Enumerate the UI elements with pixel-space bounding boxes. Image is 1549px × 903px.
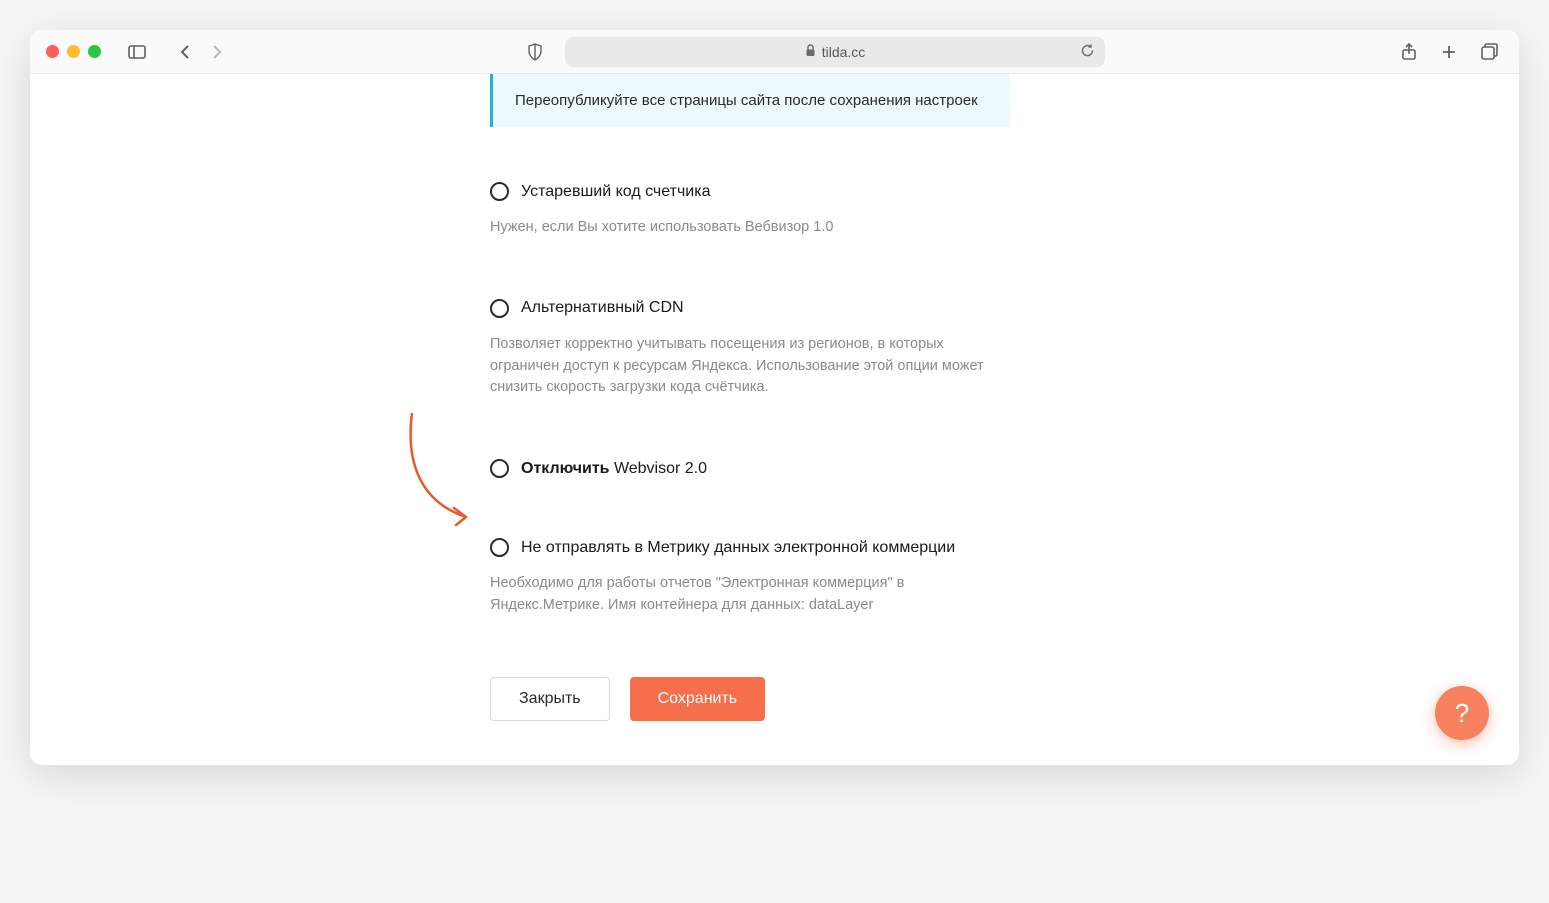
browser-toolbar: tilda.cc bbox=[30, 30, 1519, 74]
radio-legacy-counter[interactable] bbox=[490, 182, 509, 201]
option-alt-cdn: Альтернативный CDN Позволяет корректно у… bbox=[490, 299, 1010, 399]
callout-arrow-icon bbox=[398, 409, 488, 539]
option-disable-webvisor: Отключить Webvisor 2.0 bbox=[490, 459, 1010, 478]
lock-icon bbox=[805, 44, 816, 60]
window-controls bbox=[46, 45, 101, 58]
new-tab-icon[interactable] bbox=[1435, 40, 1463, 64]
label-legacy-counter: Устаревший код счетчика bbox=[521, 183, 710, 201]
label-no-ecommerce: Не отправлять в Метрику данных электронн… bbox=[521, 539, 955, 557]
sidebar-toggle-icon[interactable] bbox=[123, 40, 151, 64]
banner-text: Переопубликуйте все страницы сайта после… bbox=[515, 92, 978, 109]
refresh-icon[interactable] bbox=[1080, 43, 1095, 61]
republish-banner: Переопубликуйте все страницы сайта после… bbox=[490, 74, 1010, 127]
address-bar[interactable]: tilda.cc bbox=[565, 37, 1105, 67]
save-button[interactable]: Сохранить bbox=[630, 677, 766, 721]
nav-forward-button[interactable] bbox=[203, 40, 231, 64]
radio-disable-webvisor[interactable] bbox=[490, 459, 509, 478]
close-button[interactable]: Закрыть bbox=[490, 677, 610, 721]
privacy-shield-icon[interactable] bbox=[521, 40, 549, 64]
form-actions: Закрыть Сохранить bbox=[490, 677, 1010, 721]
help-label: ? bbox=[1455, 698, 1469, 729]
desc-legacy-counter: Нужен, если Вы хотите использовать Вебви… bbox=[490, 217, 1010, 239]
label-disable-webvisor: Отключить Webvisor 2.0 bbox=[521, 460, 707, 478]
page-content: Переопубликуйте все страницы сайта после… bbox=[30, 74, 1519, 765]
label-alt-cdn: Альтернативный CDN bbox=[521, 299, 684, 317]
radio-alt-cdn[interactable] bbox=[490, 299, 509, 318]
tabs-overview-icon[interactable] bbox=[1475, 40, 1503, 64]
help-button[interactable]: ? bbox=[1435, 686, 1489, 740]
option-no-ecommerce: Не отправлять в Метрику данных электронн… bbox=[490, 538, 1010, 617]
window-close-button[interactable] bbox=[46, 45, 59, 58]
option-legacy-counter: Устаревший код счетчика Нужен, если Вы х… bbox=[490, 182, 1010, 239]
window-minimize-button[interactable] bbox=[67, 45, 80, 58]
window-maximize-button[interactable] bbox=[88, 45, 101, 58]
radio-no-ecommerce[interactable] bbox=[490, 538, 509, 557]
desc-alt-cdn: Позволяет корректно учитывать посещения … bbox=[490, 334, 1010, 399]
nav-back-button[interactable] bbox=[171, 40, 199, 64]
address-text: tilda.cc bbox=[822, 44, 866, 60]
share-icon[interactable] bbox=[1395, 40, 1423, 64]
browser-window: tilda.cc Переопубликуйте все страницы са… bbox=[30, 30, 1519, 765]
desc-no-ecommerce: Необходимо для работы отчетов "Электронн… bbox=[490, 573, 1010, 617]
settings-form: Переопубликуйте все страницы сайта после… bbox=[490, 74, 1010, 721]
